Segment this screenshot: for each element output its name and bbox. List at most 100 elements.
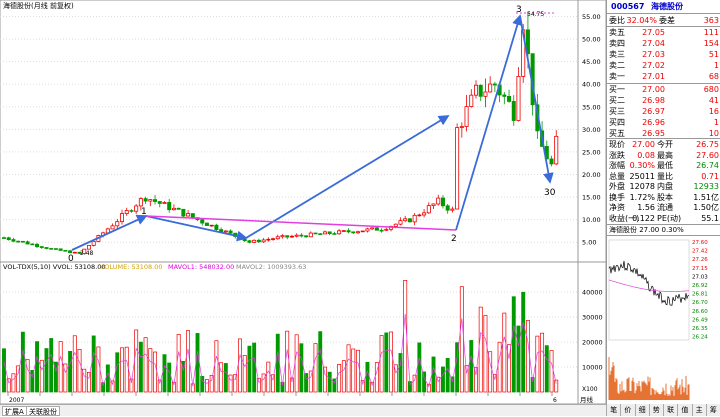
stat-row: 现价 27.00 今开 26.75 — [607, 140, 720, 150]
buy-label: 买四 — [609, 118, 625, 127]
volume-bar — [167, 362, 172, 393]
right-tab-6[interactable]: 主 — [691, 404, 706, 416]
mini-y-tick: 26.49 — [692, 317, 708, 323]
order-ratio-row: 委比 32.04% 委差 363 — [607, 16, 720, 26]
candle-body — [370, 227, 375, 230]
right-tab-1[interactable]: 价 — [620, 404, 635, 416]
chart-title: 海德股份(月线 前复权) — [3, 1, 74, 10]
volume-bar — [445, 358, 450, 393]
candle-body — [464, 106, 469, 127]
stock-header: 000567 海德股份 — [607, 2, 720, 14]
candle-body — [478, 84, 483, 97]
candle-body — [124, 210, 129, 214]
candle-body — [58, 248, 63, 251]
candle-body — [120, 213, 125, 223]
stat-label: 现价 — [609, 140, 625, 149]
candle-body — [304, 235, 309, 238]
y-tick-label: 5.00 — [582, 239, 596, 247]
candle-body — [488, 83, 493, 93]
candle-body — [469, 94, 474, 108]
mini-y-tick: 26.35 — [692, 326, 708, 332]
candle-body — [176, 207, 181, 210]
volume-header: VOL-TDX(5,10) VVOL: 53108.00 — [3, 263, 106, 271]
stat-value: 25011 — [629, 171, 655, 181]
volume-bar — [356, 349, 360, 393]
candle-body — [554, 135, 559, 165]
candle-body — [115, 221, 120, 227]
candle-body — [181, 208, 186, 217]
volume-bar — [299, 343, 304, 393]
sell-row: 卖三 27.03 51 — [607, 50, 720, 60]
volume-bar — [275, 333, 280, 393]
candle-body — [483, 91, 488, 97]
candle-body — [16, 240, 21, 243]
tab-extension-a[interactable]: 扩展A — [2, 406, 27, 416]
label-point-2: 2 — [451, 234, 457, 244]
stat-value: 0.71 — [701, 171, 719, 181]
sell-volume: 51 — [708, 50, 719, 59]
period-label[interactable]: 月线 — [580, 395, 594, 404]
volume-bar — [441, 366, 445, 393]
stat-label: 总量 — [609, 171, 625, 181]
right-tab-5[interactable]: 值 — [677, 404, 692, 416]
candle-body — [492, 83, 497, 86]
candle-body — [445, 205, 450, 211]
stat-row: 外盘 12078 内盘 12933 — [607, 182, 720, 192]
stat-value: 55.1 — [701, 213, 719, 223]
candle-body — [502, 94, 507, 97]
volume-bar — [30, 370, 35, 393]
volume-bar — [35, 341, 39, 393]
stat-label: 换手 — [609, 192, 625, 202]
volume-bar — [105, 364, 110, 393]
volume-bar — [398, 353, 403, 393]
volume-bar — [214, 340, 219, 393]
stat-value: 0.122 — [632, 213, 655, 223]
candle-body — [355, 231, 360, 234]
sell-volume: 111 — [703, 28, 719, 37]
right-tab-3[interactable]: 势 — [648, 404, 663, 416]
mini-y-tick: 27.03 — [692, 274, 708, 280]
quote-panel: 000567 海德股份 委比 32.04% 委差 363 卖五 27.05 111 卖四 27.… — [606, 0, 720, 416]
volume-bar — [360, 380, 365, 393]
volume-bar — [124, 346, 129, 393]
buy-volume: 680 — [703, 85, 719, 94]
volume-bar — [49, 338, 54, 393]
y-tick-label: 50.00 — [582, 36, 601, 44]
sell-price: 27.05 — [642, 28, 665, 37]
stat-label: 外盘 — [609, 182, 625, 191]
buy-price: 26.96 — [642, 118, 665, 127]
volume-bar — [478, 306, 483, 393]
volume-bar — [412, 374, 417, 393]
sell-price: 27.03 — [642, 50, 665, 59]
volume-bar — [469, 340, 474, 393]
candle-body — [473, 84, 478, 96]
candle-body — [242, 239, 247, 242]
candle-body — [407, 218, 412, 223]
candle-body — [6, 237, 11, 241]
buy-row: 买三 26.97 16 — [607, 107, 720, 117]
stat-row: 涨跌 0.08 最高 27.60 — [607, 151, 720, 161]
sell-label: 卖四 — [609, 39, 625, 48]
volume-bar — [6, 378, 11, 393]
volume-bar — [252, 342, 257, 393]
diff-value: 363 — [703, 16, 719, 25]
sell-price: 27.01 — [642, 72, 665, 81]
right-tab-4[interactable]: 联 — [663, 404, 678, 416]
tab-related-stocks[interactable]: 关联股份 — [26, 406, 60, 416]
right-tab-7[interactable]: 筹 — [705, 404, 720, 416]
volume-bar — [162, 354, 167, 393]
label-point-30: 30 — [544, 188, 556, 198]
candle-body — [440, 197, 445, 207]
mini-y-tick: 26.81 — [692, 292, 708, 298]
candle-body — [289, 235, 294, 238]
candle-body — [450, 208, 455, 211]
volume-bar — [521, 291, 526, 393]
right-tab-0[interactable]: 笔 — [606, 404, 621, 416]
volume-bar — [422, 371, 427, 393]
vol-tick-label: 30000 — [582, 314, 603, 322]
ratio-value: 32.04% — [626, 16, 657, 25]
candle-body — [308, 232, 313, 238]
volume-bar — [138, 341, 143, 393]
right-tab-2[interactable]: 细 — [634, 404, 649, 416]
mini-y-tick: 26.60 — [692, 309, 708, 315]
